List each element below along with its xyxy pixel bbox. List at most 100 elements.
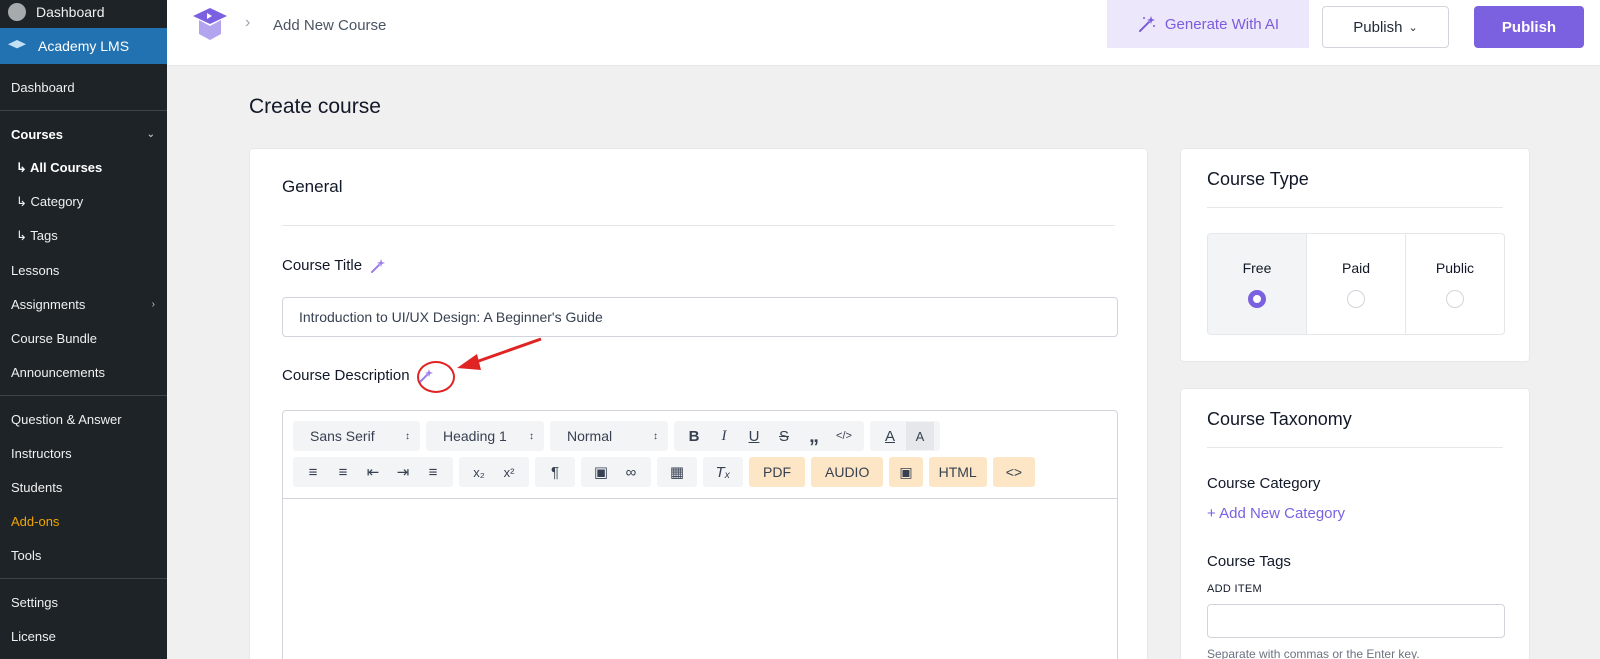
sidebar-item-question-answer[interactable]: Question & Answer [0, 402, 167, 436]
background-color-icon[interactable]: A [906, 422, 934, 450]
ai-magic-icon[interactable] [370, 258, 386, 274]
admin-sidebar: Dashboard Academy LMS Dashboard Courses … [0, 0, 167, 659]
chevron-down-icon: ⌄ [1408, 21, 1418, 34]
sidebar-item-lessons[interactable]: Lessons [0, 253, 167, 287]
select-arrows-icon: ↕ [653, 430, 658, 442]
heading-select[interactable]: Heading 1 ↕ [426, 421, 544, 451]
select-arrows-icon: ↕ [405, 430, 410, 442]
academy-logo-icon[interactable] [191, 6, 229, 42]
breadcrumb-chevron-icon: › [245, 14, 251, 31]
color-group: A A [870, 421, 940, 451]
clear-format-icon[interactable]: Tₓ [709, 458, 737, 486]
publish-dropdown[interactable]: Publish ⌄ [1322, 6, 1449, 48]
bullet-list-icon[interactable]: ≡ [329, 458, 357, 486]
radio-icon[interactable] [1446, 290, 1464, 308]
course-type-free-label: Free [1242, 260, 1272, 276]
sidebar-item-category[interactable]: ↳ Category [0, 185, 167, 219]
html-button[interactable]: HTML [928, 457, 987, 487]
image-icon[interactable]: ▣ [587, 458, 615, 486]
magic-wand-icon [1138, 16, 1155, 32]
course-category-label: Course Category [1207, 475, 1321, 492]
sidebar-item-tools[interactable]: Tools [0, 538, 167, 572]
pdf-button[interactable]: PDF [749, 457, 805, 487]
rich-text-editor: Sans Serif ↕ Heading 1 ↕ Normal ↕ B I U … [282, 410, 1118, 659]
direction-group: ¶ [535, 457, 575, 487]
course-tags-label: Course Tags [1207, 553, 1291, 570]
link-icon[interactable]: ∞ [617, 458, 645, 486]
course-type-public-label: Public [1435, 260, 1475, 276]
font-family-value: Sans Serif [310, 428, 375, 444]
code-icon[interactable]: </> [830, 422, 858, 450]
sidebar-divider [0, 578, 167, 579]
sidebar-item-dashboard[interactable]: Dashboard [0, 70, 167, 104]
course-title-label-row: Course Title [282, 257, 386, 274]
size-select[interactable]: Normal ↕ [550, 421, 668, 451]
size-value: Normal [567, 428, 613, 444]
publish-dropdown-label: Publish [1353, 18, 1403, 36]
sidebar-item-add-ons[interactable]: Add-ons [0, 504, 167, 538]
annotation-circle [417, 361, 455, 393]
course-tags-input[interactable] [1207, 604, 1505, 638]
add-new-category-link[interactable]: + Add New Category [1207, 505, 1345, 522]
subscript-icon[interactable]: x₂ [465, 458, 493, 486]
media-group: ▣ ∞ [581, 457, 651, 487]
italic-icon[interactable]: I [710, 422, 738, 450]
sidebar-item-announcements[interactable]: Announcements [0, 355, 167, 389]
sidebar-item-courses[interactable]: Courses ⌄ [0, 117, 167, 151]
table-icon[interactable]: ▦ [663, 458, 691, 486]
radio-selected-icon[interactable] [1248, 290, 1266, 308]
text-color-icon[interactable]: A [876, 422, 904, 450]
sidebar-item-license[interactable]: License [0, 619, 167, 653]
bold-icon[interactable]: B [680, 422, 708, 450]
page-title: Create course [249, 95, 381, 118]
strikethrough-icon[interactable]: S [770, 422, 798, 450]
sidebar-item-assignments[interactable]: Assignments › [0, 287, 167, 321]
divider [1207, 447, 1503, 448]
top-header: › Add New Course Generate With AI Publis… [167, 0, 1600, 66]
clear-group: Tₓ [703, 457, 743, 487]
video-icon[interactable]: ▣ [889, 457, 923, 487]
outdent-icon[interactable]: ⇤ [359, 458, 387, 486]
font-family-select[interactable]: Sans Serif ↕ [293, 421, 420, 451]
radio-icon[interactable] [1347, 290, 1365, 308]
align-left-icon[interactable]: ≡ [419, 458, 447, 486]
tags-help-text: Separate with commas or the Enter key. [1207, 647, 1420, 659]
course-taxonomy-heading: Course Taxonomy [1207, 409, 1352, 429]
course-description-label-row: Course Description [282, 367, 434, 384]
course-type-paid-label: Paid [1341, 260, 1371, 276]
course-type-paid[interactable]: Paid [1307, 234, 1406, 334]
course-type-free[interactable]: Free [1208, 234, 1307, 334]
generate-with-ai-button[interactable]: Generate With AI [1107, 0, 1309, 48]
course-taxonomy-card: Course Taxonomy Course Category + Add Ne… [1180, 388, 1530, 659]
format-group: B I U S „ </> [674, 421, 864, 451]
course-description-label: Course Description [282, 367, 410, 384]
script-group: x₂ x² [459, 457, 529, 487]
sidebar-item-course-bundle[interactable]: Course Bundle [0, 321, 167, 355]
list-group: ≡ ≡ ⇤ ⇥ ≡ [293, 457, 453, 487]
superscript-icon[interactable]: x² [495, 458, 523, 486]
audio-button[interactable]: AUDIO [811, 457, 884, 487]
sidebar-divider [0, 110, 167, 111]
indent-icon[interactable]: ⇥ [389, 458, 417, 486]
sidebar-item-academy-lms[interactable]: Academy LMS [0, 28, 167, 64]
sidebar-item-students[interactable]: Students [0, 470, 167, 504]
underline-icon[interactable]: U [740, 422, 768, 450]
blockquote-icon[interactable]: „ [800, 422, 828, 450]
academy-logo-icon [8, 40, 26, 49]
sidebar-item-settings[interactable]: Settings [0, 585, 167, 619]
add-item-label: ADD ITEM [1207, 583, 1262, 595]
course-type-public[interactable]: Public [1406, 234, 1504, 334]
sidebar-item-all-courses[interactable]: ↳ All Courses [0, 151, 167, 185]
sidebar-item-dashboard-top[interactable]: Dashboard [0, 0, 167, 24]
code-view-button[interactable]: <> [992, 457, 1036, 487]
ordered-list-icon[interactable]: ≡ [299, 458, 327, 486]
table-group: ▦ [657, 457, 697, 487]
sidebar-item-instructors[interactable]: Instructors [0, 436, 167, 470]
text-direction-icon[interactable]: ¶ [541, 458, 569, 486]
sidebar-item-tags[interactable]: ↳ Tags [0, 219, 167, 253]
chevron-down-icon: ⌄ [146, 128, 155, 140]
divider [282, 225, 1115, 226]
sidebar-active-label: Academy LMS [38, 38, 130, 54]
course-title-input[interactable] [282, 297, 1118, 337]
publish-button[interactable]: Publish [1474, 6, 1584, 48]
